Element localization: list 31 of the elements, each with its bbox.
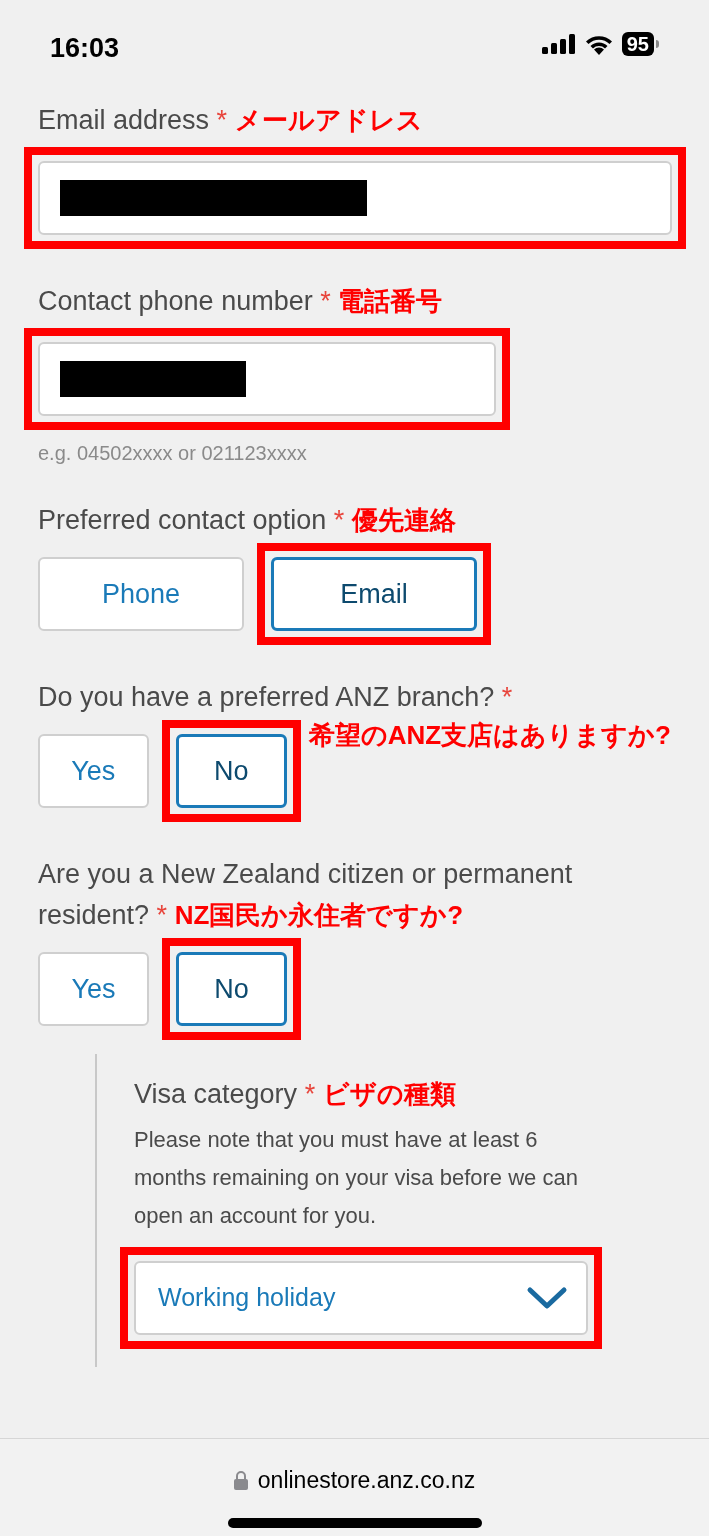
option-button[interactable]: Phone: [38, 557, 244, 631]
annotation-note: ビザの種類: [322, 1079, 456, 1109]
field-label: Visa category * ビザの種類: [134, 1078, 457, 1111]
help-text: Please note that you must have at least 6 months remaining on your visa before we can open an account for you.: [134, 1126, 579, 1230]
annotation-note: 希望のANZ支店はありますか?: [308, 719, 671, 752]
field-label: Are you a New Zealand citizen or permanent resident? * NZ国民か永住者ですか?: [38, 858, 574, 932]
battery-tip-icon: [656, 40, 659, 48]
signal-icon: [541, 34, 576, 54]
lock-icon: [233, 1470, 248, 1490]
annotation-note: 電話番号: [338, 286, 443, 316]
field-label: Contact phone number * 電話番号: [38, 285, 444, 318]
clock-time: 16:03: [50, 32, 120, 65]
phone-field[interactable]: [38, 342, 496, 416]
field-label: Preferred contact option * 優先連絡: [38, 504, 457, 537]
chevron-down-icon: [526, 1286, 568, 1310]
field-label: Do you have a preferred ANZ branch? *: [38, 681, 514, 714]
battery-level: 95: [621, 32, 654, 56]
annotation-note: 優先連絡: [351, 505, 456, 535]
hint-text: e.g. 04502xxxx or 021123xxxx: [38, 441, 308, 466]
option-button[interactable]: Email: [271, 557, 477, 631]
option-button[interactable]: No: [176, 952, 287, 1026]
option-button[interactable]: No: [175, 734, 287, 808]
annotation-note: NZ国民か永住者ですか?: [174, 900, 464, 930]
field-label: Email address * メールアドレス: [38, 104, 424, 137]
option-button[interactable]: Yes: [38, 952, 149, 1026]
email-field[interactable]: [38, 161, 672, 235]
wifi-icon: [583, 33, 614, 55]
visa-select[interactable]: Working holiday: [134, 1261, 588, 1335]
annotation-note: メールアドレス: [234, 105, 423, 135]
option-button[interactable]: Yes: [38, 734, 149, 808]
url-text[interactable]: onlinestore.anz.co.nz: [257, 1463, 476, 1498]
